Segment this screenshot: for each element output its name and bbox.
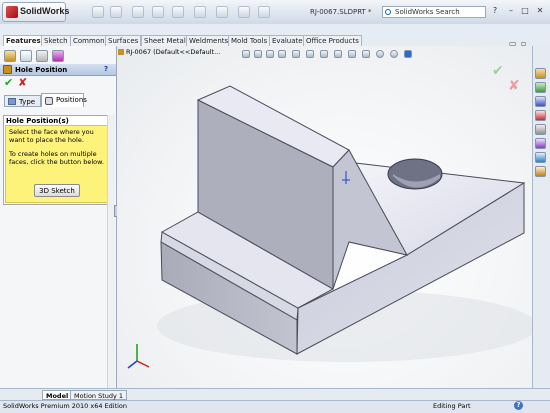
panel-scrollbar[interactable] [107, 115, 115, 400]
tab-positions-label: Positions [56, 96, 87, 104]
solidworks-menu-button[interactable]: SolidWorks [2, 2, 70, 22]
display-style-icon[interactable] [306, 50, 314, 58]
tab-mold-tools[interactable]: Mold Tools [228, 35, 271, 46]
cancel-button[interactable]: ✘ [18, 77, 27, 89]
status-edition: SolidWorks Premium 2010 x64 Edition [3, 402, 128, 410]
search-placeholder: SolidWorks Search [395, 8, 460, 16]
design-library-icon[interactable] [535, 82, 546, 93]
view-palette-icon[interactable] [535, 124, 546, 135]
3d-sketch-button[interactable]: 3D Sketch [34, 184, 80, 197]
edit-appearance-icon[interactable] [334, 50, 342, 58]
search-results-icon[interactable] [535, 110, 546, 121]
app-name: SolidWorks [20, 6, 70, 16]
group-title: Hole Position(s) [6, 117, 69, 125]
dimxpert-manager-tab-icon[interactable] [52, 50, 64, 62]
part-model [127, 85, 532, 369]
shadows-icon[interactable] [390, 50, 398, 58]
property-manager-tab-icon[interactable] [20, 50, 32, 62]
tab-sketch[interactable]: Sketch [41, 35, 71, 46]
triad-x-axis [136, 360, 150, 368]
undo-icon[interactable] [172, 6, 184, 18]
save-icon[interactable] [132, 6, 144, 18]
file-explorer-icon[interactable] [535, 96, 546, 107]
graphics-area[interactable] [117, 46, 532, 388]
triad-z-axis [127, 360, 138, 369]
confirmation-ok-icon[interactable]: ✔ [492, 63, 504, 79]
tab-sheet-metal[interactable]: Sheet Metal [141, 35, 189, 46]
maximize-button[interactable]: □ [520, 6, 530, 16]
part-tree-icon [118, 49, 124, 55]
print-icon[interactable] [152, 6, 164, 18]
tab-office-products[interactable]: Office Products [303, 35, 362, 46]
open-icon[interactable] [110, 6, 122, 18]
help-icon[interactable]: ? [104, 65, 108, 73]
tab-type-label: Type [19, 98, 36, 106]
tab-common[interactable]: Common [70, 35, 108, 46]
status-mode: Editing Part [433, 402, 471, 410]
ambient-occlusion-icon[interactable] [404, 50, 412, 58]
options-icon[interactable] [258, 6, 270, 18]
view-orientation-icon[interactable] [292, 50, 300, 58]
command-manager-toolbar [0, 24, 550, 34]
status-help-icon[interactable]: ? [514, 401, 523, 410]
viewport-restore-icon[interactable]: ▭ [509, 39, 517, 48]
viewport-close-icon[interactable]: ▫ [521, 39, 526, 48]
feature-manager-tab-icon[interactable] [4, 50, 16, 62]
solidworks-resources-icon[interactable] [535, 68, 546, 79]
document-title: RJ-0067.SLDPRT * [310, 8, 372, 16]
hole-wizard-icon [3, 65, 12, 74]
solidworks-logo-icon [6, 6, 18, 18]
zoom-to-fit-icon[interactable] [242, 50, 250, 58]
message-text-2: To create holes on multiple faces, click… [9, 150, 104, 166]
hide-show-items-icon[interactable] [320, 50, 328, 58]
minimize-button[interactable]: – [506, 6, 516, 16]
hole-position-icon [45, 97, 53, 105]
custom-properties-icon[interactable] [535, 152, 546, 163]
realview-icon[interactable] [376, 50, 384, 58]
tab-surfaces[interactable]: Surfaces [105, 35, 142, 46]
zoom-to-area-icon[interactable] [254, 50, 262, 58]
configuration-manager-tab-icon[interactable] [36, 50, 48, 62]
confirmation-cancel-icon[interactable]: ✘ [508, 78, 520, 94]
apply-scene-icon[interactable] [348, 50, 356, 58]
hole-type-icon [8, 98, 16, 105]
section-view-icon[interactable] [278, 50, 286, 58]
message-text-1: Select the face where you want to place … [9, 128, 94, 144]
tab-evaluate[interactable]: Evaluate [269, 35, 306, 46]
page-title: Hole Position [15, 66, 68, 74]
view-settings-icon[interactable] [362, 50, 370, 58]
tab-positions[interactable]: Positions [41, 93, 87, 107]
previous-view-icon[interactable] [266, 50, 274, 58]
file-properties-icon[interactable] [238, 6, 250, 18]
close-button[interactable]: ✕ [535, 6, 545, 16]
select-icon[interactable] [194, 6, 206, 18]
feature-tree-flyout[interactable]: RJ-0067 (Default<<Default... [126, 48, 220, 56]
toolbox-icon[interactable] [535, 166, 546, 177]
rebuild-icon[interactable] [216, 6, 228, 18]
new-document-icon[interactable] [92, 6, 104, 18]
help-dropdown[interactable]: ? [490, 6, 500, 16]
tab-features[interactable]: Features [3, 35, 44, 46]
tab-type[interactable]: Type [4, 95, 41, 107]
tab-weldments[interactable]: Weldments [186, 35, 232, 46]
tab-motion-study[interactable]: Motion Study 1 [70, 390, 128, 400]
appearances-icon[interactable] [535, 138, 546, 149]
search-icon [385, 9, 391, 15]
ok-button[interactable]: ✔ [4, 77, 13, 89]
tab-model[interactable]: Model [42, 390, 73, 400]
search-input[interactable]: SolidWorks Search [382, 6, 486, 18]
